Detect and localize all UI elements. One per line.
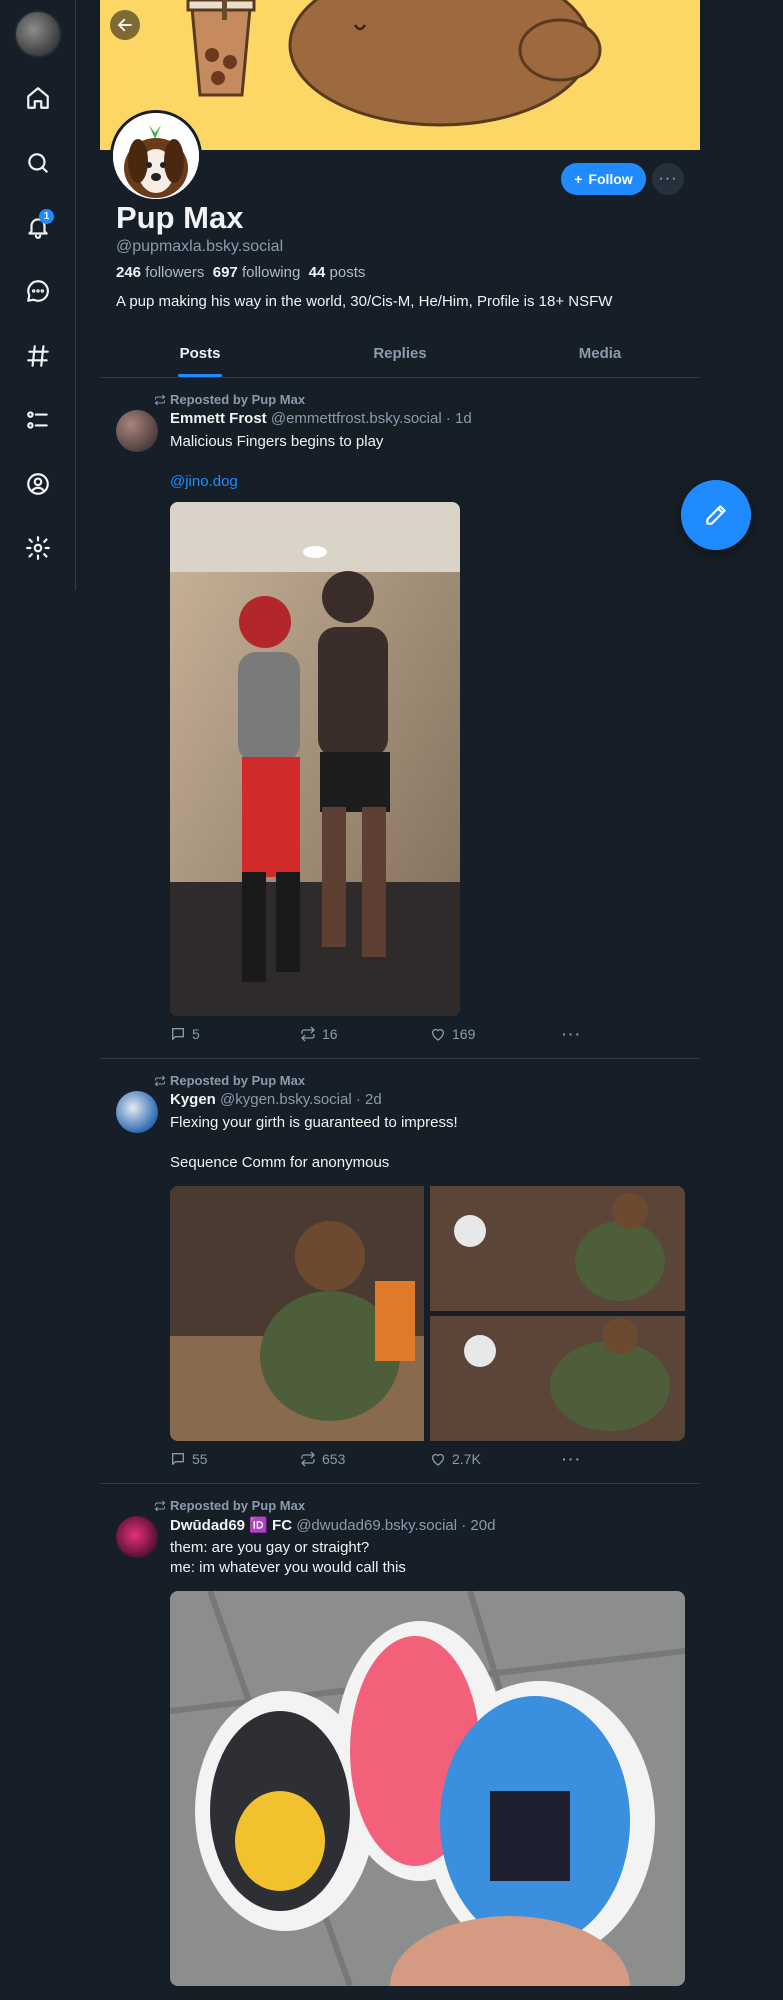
feed-post[interactable]: Reposted by Pup Max Emmett Frost @emmett… [100,378,700,1059]
search-icon[interactable] [20,145,56,181]
repost-button[interactable]: 653 [300,1451,345,1467]
post-text: Malicious Fingers begins to play [170,433,384,450]
follow-button[interactable]: + Follow [561,163,646,195]
post-more-button[interactable]: ··· [562,1451,582,1467]
comic-sequence-images [170,1186,685,1441]
profile-main: + Follow ··· Pup Max @pupmaxla.bsky.soci… [100,0,700,1986]
feed-post[interactable]: Reposted by Pup Max Dwūdad69 🆔 FC @dwuda… [100,1484,700,2000]
author-name[interactable]: Kygen [170,1091,216,1108]
left-nav: 1 [0,0,76,590]
like-count: 169 [452,1026,476,1042]
reply-count: 5 [192,1026,200,1042]
post-header: Dwūdad69 🆔 FC @dwudad69.bsky.social · 20… [170,1516,495,1534]
author-handle[interactable]: @dwudad69.bsky.social [296,1517,457,1534]
following-link[interactable]: 697 following [213,264,301,281]
plus-icon: + [574,171,583,187]
repost-icon [154,394,166,405]
back-button[interactable] [110,10,140,40]
repost-indicator: Reposted by Pup Max [154,1498,305,1513]
my-avatar[interactable] [14,10,62,58]
like-count: 2.7K [452,1451,481,1467]
post-text: them: are you gay or straight? [170,1539,370,1556]
author-avatar[interactable] [116,410,158,452]
repost-label: Reposted by Pup Max [170,1498,306,1513]
post-image[interactable] [170,1591,685,1986]
post-header: Kygen @kygen.bsky.social · 2d [170,1091,382,1108]
post-age[interactable]: · 2d [356,1091,382,1108]
tab-posts[interactable]: Posts [100,330,300,377]
heart-icon [432,1453,444,1466]
repost-button[interactable]: 16 [300,1026,338,1042]
following-count: 697 [212,264,238,281]
compose-pencil-icon [706,505,726,525]
profile-stats: 246 followers 697 following 44 posts [116,264,365,281]
heart-icon [432,1028,444,1041]
profile-tabs: Posts Replies Media [100,330,700,378]
repost-icon [301,1451,315,1467]
repost-indicator: Reposted by Pup Max [154,392,305,407]
repost-label: Reposted by Pup Max [170,392,306,407]
notification-badge: 1 [39,209,54,224]
profile-more-button[interactable]: ··· [652,163,684,195]
repost-count: 16 [322,1026,338,1042]
settings-gear-icon[interactable] [20,530,56,566]
profile-icon[interactable] [20,466,56,502]
reply-count: 55 [192,1451,208,1467]
lists-icon[interactable] [20,402,56,438]
post-age[interactable]: · 1d [446,410,472,427]
author-handle[interactable]: @kygen.bsky.social [220,1091,352,1108]
bear-stickers-photo [170,1591,685,1986]
photo-two-men-masks [170,502,460,1016]
post-image-grid[interactable] [170,1186,685,1441]
repost-indicator: Reposted by Pup Max [154,1073,305,1088]
chat-icon[interactable] [20,273,56,309]
post-text-2: me: im whatever you would call this [170,1559,406,1576]
reply-bubble-icon [172,1028,184,1040]
following-label: following [241,264,301,281]
post-more-button[interactable]: ··· [562,1026,582,1042]
pup-avatar-art [113,113,199,199]
post-image[interactable] [170,502,460,1016]
posts-label: posts [329,264,366,281]
post-text-2: Sequence Comm for anonymous [170,1154,390,1171]
post-header: Emmett Frost @emmettfrost.bsky.social · … [170,410,472,427]
reply-button[interactable]: 55 [170,1451,208,1467]
repost-icon [154,1500,166,1511]
posts-count: 44 [308,264,326,281]
follow-label: Follow [588,171,633,187]
profile-avatar[interactable] [110,110,202,202]
arrow-left-icon [118,18,132,32]
feed-post[interactable]: Reposted by Pup Max Kygen @kygen.bsky.so… [100,1059,700,1484]
repost-label: Reposted by Pup Max [170,1073,306,1088]
post-actions: 5 16 169 ··· [170,1026,590,1046]
post-age[interactable]: · 20d [461,1517,495,1534]
profile-bio: A pup making his way in the world, 30/Ci… [116,293,613,310]
home-icon[interactable] [20,80,56,116]
profile-display-name: Pup Max [116,200,244,235]
author-name[interactable]: Emmett Frost [170,410,267,427]
profile-handle: @pupmaxla.bsky.social [116,238,284,255]
reply-button[interactable]: 5 [170,1026,200,1042]
notifications-icon[interactable]: 1 [20,209,56,245]
repost-icon [301,1026,315,1042]
followers-label: followers [145,264,205,281]
post-text: Flexing your girth is guaranteed to impr… [170,1114,458,1131]
author-avatar[interactable] [116,1091,158,1133]
reply-bubble-icon [172,1453,184,1465]
compose-button[interactable] [681,480,751,550]
post-actions: 55 653 2.7K ··· [170,1451,590,1471]
tab-media[interactable]: Media [500,330,700,377]
mention-link[interactable]: @jino.dog [170,472,238,492]
tab-replies[interactable]: Replies [300,330,500,377]
feeds-hash-icon[interactable] [20,338,56,374]
like-button[interactable]: 169 [430,1026,475,1042]
like-button[interactable]: 2.7K [430,1451,481,1467]
followers-link[interactable]: 246 followers [116,264,204,281]
repost-icon [154,1075,166,1086]
repost-count: 653 [322,1451,346,1467]
author-avatar[interactable] [116,1516,158,1558]
author-name[interactable]: Dwūdad69 🆔 FC [170,1517,292,1534]
followers-count: 246 [116,264,142,281]
author-handle[interactable]: @emmettfrost.bsky.social [271,410,442,427]
